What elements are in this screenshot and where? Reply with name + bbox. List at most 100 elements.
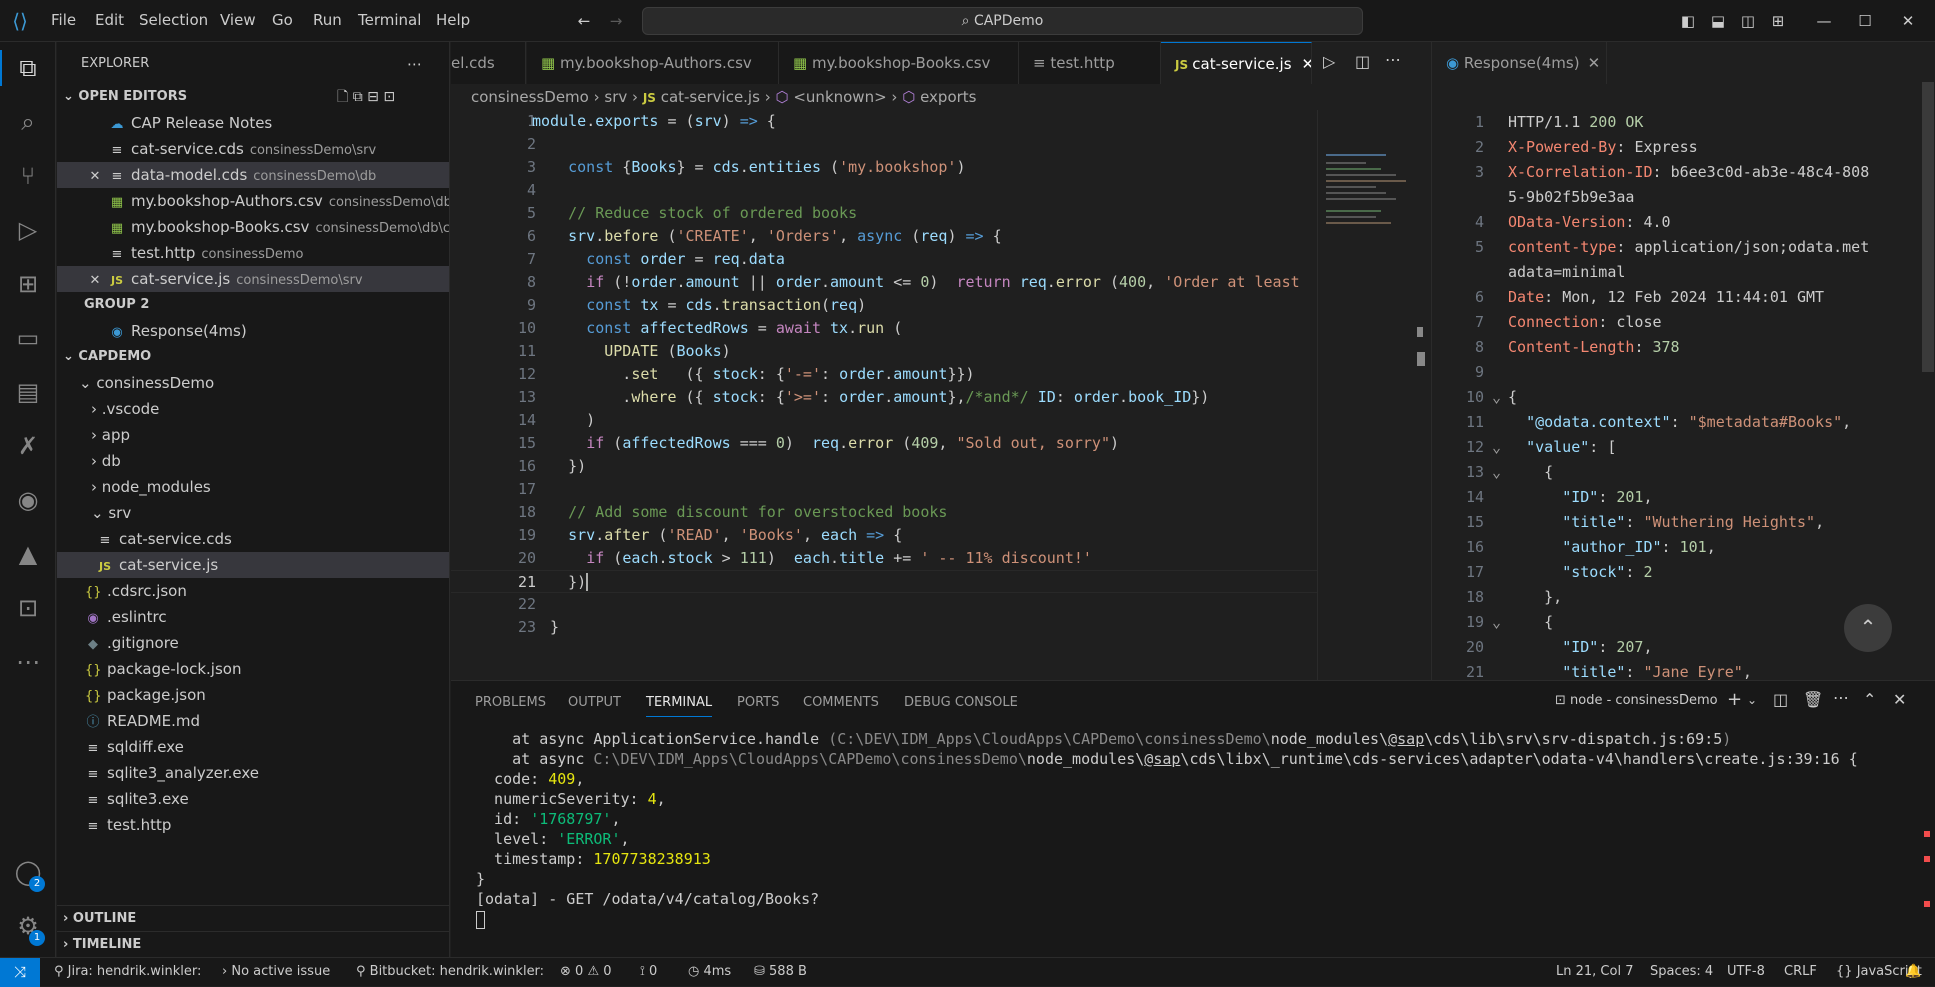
tab-comments[interactable]: COMMENTS (803, 695, 879, 710)
tree-folder[interactable]: › db (57, 448, 449, 474)
toggle-sidebar-icon[interactable]: ◧ (1677, 10, 1699, 32)
toggle-secondary-sidebar-icon[interactable]: ◫ (1737, 10, 1759, 32)
close-icon[interactable]: ✕ (87, 164, 103, 188)
command-center-search[interactable]: ⌕ CAPDemo (642, 7, 1363, 35)
back-arrow-icon[interactable]: ← (573, 10, 595, 32)
tree-file[interactable]: {} package-lock.json (57, 656, 449, 682)
breadcrumb-item[interactable]: exports (920, 88, 976, 106)
open-editors-actions[interactable]: 🗋 ⧉ ⊟ ⊡ (337, 84, 447, 110)
breadcrumb-item[interactable]: <unknown> (793, 88, 886, 106)
more-actions-icon[interactable]: ⋯ (1385, 50, 1401, 69)
more-icon[interactable]: ⋯ (10, 644, 46, 680)
status-bitbucket[interactable]: ⚲ Bitbucket: hendrik.winkler: (356, 964, 544, 979)
tab-test-http[interactable]: ≡ test.http (1019, 42, 1161, 84)
tree-file[interactable]: {} .cdsrc.json (57, 578, 449, 604)
tab-data-model[interactable]: el.cds (451, 42, 526, 84)
split-terminal-icon[interactable]: ◫ (1773, 690, 1788, 709)
open-editor-item[interactable]: ◉ Response(4ms) (57, 318, 449, 344)
terminal-selector[interactable]: ⊡ node - consinessDemo (1555, 693, 1718, 708)
chevron-down-icon[interactable]: ⌄ (1747, 693, 1757, 707)
menu-edit[interactable]: Edit (95, 11, 124, 29)
outline-section[interactable]: › OUTLINE (57, 905, 449, 931)
more-actions-icon[interactable]: ⋯ (1833, 688, 1849, 707)
tab-terminal[interactable]: TERMINAL (646, 695, 713, 717)
menu-go[interactable]: Go (272, 11, 293, 29)
status-encoding[interactable]: UTF-8 (1727, 964, 1765, 979)
scroll-to-top-button[interactable]: ⌃ (1844, 604, 1892, 652)
toggle-panel-icon[interactable]: ⬓ (1707, 10, 1729, 32)
status-ports[interactable]: ⟟ 0 (640, 964, 657, 979)
tab-authors-csv[interactable]: ▦ my.bookshop-Authors.csv (527, 42, 779, 84)
breadcrumb-item[interactable]: cat-service.js (661, 88, 760, 106)
docker-icon[interactable]: ▤ (10, 374, 46, 410)
run-debug-icon[interactable]: ▷ (10, 212, 46, 248)
tree-folder[interactable]: › node_modules (57, 474, 449, 500)
tab-debug-console[interactable]: DEBUG CONSOLE (904, 695, 1018, 710)
close-panel-icon[interactable]: ✕ (1893, 690, 1906, 709)
tab-ports[interactable]: PORTS (737, 695, 779, 710)
explorer-icon[interactable]: ⧉ (0, 50, 46, 86)
run-icon[interactable]: ▷ (1323, 52, 1335, 71)
status-issue[interactable]: › No active issue (222, 964, 330, 979)
tree-file[interactable]: JS cat-service.js (57, 552, 449, 578)
status-time[interactable]: ◷ 4ms (688, 964, 731, 979)
tree-file[interactable]: ≡ test.http (57, 812, 449, 838)
save-all-icon[interactable]: ⧉ (353, 89, 363, 105)
tree-file[interactable]: {} package.json (57, 682, 449, 708)
breadcrumb-item[interactable]: consinessDemo (471, 88, 589, 106)
project-section[interactable]: ⌄ CAPDEMO (57, 344, 449, 370)
open-editor-item[interactable]: ✕ ≡ data-model.cds consinessDemo\db (57, 162, 449, 188)
close-icon[interactable]: ✕ (1302, 55, 1311, 73)
remote-indicator-icon[interactable]: ⤨ (0, 958, 40, 987)
status-position[interactable]: Ln 21, Col 7 (1556, 964, 1633, 979)
open-editor-item[interactable]: ≡ test.http consinessDemo (57, 240, 449, 266)
notifications-icon[interactable]: 🔔 (1905, 964, 1921, 979)
tree-file[interactable]: ◉ .eslintrc (57, 604, 449, 630)
response-body[interactable]: 1 HTTP/1.1 200 OK 2 X-Powered-By: Express … (1432, 110, 1922, 680)
tools-icon[interactable]: ✗ (10, 428, 46, 464)
scrollbar[interactable] (1922, 82, 1934, 372)
close-window-icon[interactable]: ✕ (1897, 10, 1919, 32)
open-editor-item[interactable]: ☁ CAP Release Notes (57, 110, 449, 136)
tab-output[interactable]: OUTPUT (568, 695, 621, 710)
minimize-icon[interactable]: — (1813, 10, 1835, 32)
collapse-icon[interactable]: ⊡ (383, 89, 395, 105)
close-icon[interactable]: ✕ (1588, 54, 1601, 72)
terminal-output[interactable]: at async ApplicationService.handle (C:\D… (451, 725, 1921, 955)
tree-file[interactable]: ≡ sqlite3.exe (57, 786, 449, 812)
menu-file[interactable]: File (51, 11, 76, 29)
split-editor-icon[interactable]: ◫ (1355, 52, 1370, 71)
new-file-icon[interactable]: 🗋 (337, 89, 348, 105)
terminal-icon[interactable]: ⊡ (10, 590, 46, 626)
menu-terminal[interactable]: Terminal (358, 11, 421, 29)
search-icon[interactable]: ⌕ (10, 104, 46, 140)
breadcrumb-item[interactable]: srv (604, 88, 627, 106)
tree-folder[interactable]: › app (57, 422, 449, 448)
status-jira[interactable]: ⚲ Jira: hendrik.winkler: (54, 964, 201, 979)
status-eol[interactable]: CRLF (1784, 964, 1817, 979)
tree-file[interactable]: ≡ cat-service.cds (57, 526, 449, 552)
source-control-icon[interactable]: ⑂ (10, 158, 46, 194)
open-editor-item[interactable]: ▦ my.bookshop-Books.csv consinessDemo\db\c… (57, 214, 449, 240)
tab-problems[interactable]: PROBLEMS (475, 695, 546, 710)
status-indent[interactable]: Spaces: 4 (1650, 964, 1713, 979)
tree-file[interactable]: ≡ sqldiff.exe (57, 734, 449, 760)
open-editor-item[interactable]: ▦ my.bookshop-Authors.csv consinessDemo\db… (57, 188, 449, 214)
explorer-more-icon[interactable]: ⋯ (407, 51, 437, 77)
tree-file[interactable]: ≡ sqlite3_analyzer.exe (57, 760, 449, 786)
sap-tools-icon[interactable]: ▲ (10, 536, 46, 572)
menu-help[interactable]: Help (436, 11, 470, 29)
timeline-section[interactable]: › TIMELINE (57, 931, 449, 957)
close-icon[interactable]: ✕ (87, 268, 103, 292)
tab-response[interactable]: ◉ Response(4ms) ✕ (1432, 42, 1607, 84)
open-editor-item[interactable]: ✕ JS cat-service.js consinessDemo\srv (57, 266, 449, 292)
menu-view[interactable]: View (220, 11, 256, 29)
close-all-icon[interactable]: ⊟ (367, 89, 379, 105)
trash-icon[interactable]: 🗑 (1803, 690, 1823, 709)
code-editor[interactable]: 1 module.exports = (srv) => { 2 3 const {… (451, 110, 1317, 680)
extensions-icon[interactable]: ⊞ (10, 266, 46, 302)
tree-file[interactable]: ⓘ README.md (57, 708, 449, 734)
open-editor-item[interactable]: ≡ cat-service.cds consinessDemo\srv (57, 136, 449, 162)
tab-cat-service-js[interactable]: JS cat-service.js ✕ (1161, 42, 1312, 84)
tab-books-csv[interactable]: ▦ my.bookshop-Books.csv (779, 42, 1019, 84)
